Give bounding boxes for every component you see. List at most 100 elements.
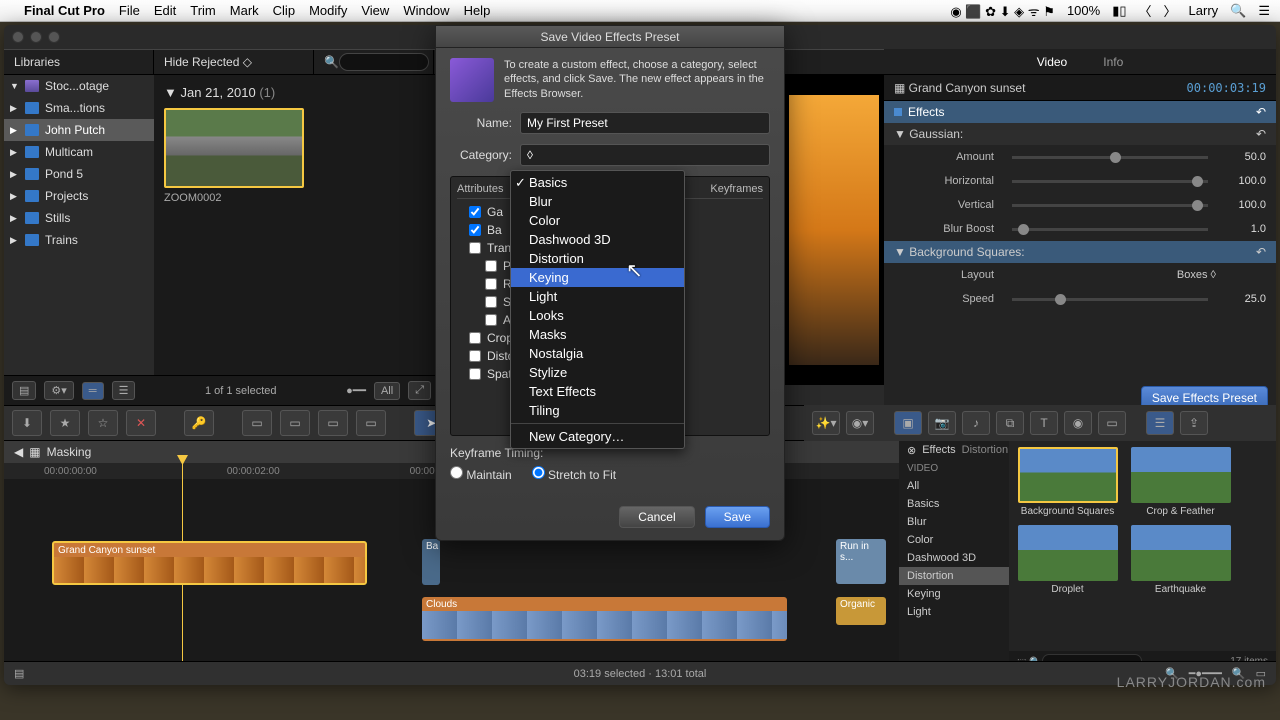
music-icon[interactable]: ♪ — [962, 411, 990, 435]
blurboost-slider[interactable] — [1012, 228, 1208, 231]
view-list[interactable]: ☰ — [112, 381, 136, 400]
category-select[interactable]: ◊ — [520, 144, 770, 166]
nav-back-icon[interactable]: 〈 — [1139, 1, 1152, 20]
themes-icon[interactable]: ▭ — [1098, 411, 1126, 435]
menu-trim[interactable]: Trim — [190, 3, 216, 18]
layout-select[interactable]: Boxes ◊ — [1177, 269, 1216, 281]
dropdown-option[interactable]: Color — [511, 211, 684, 230]
attr-checkbox[interactable] — [485, 296, 497, 308]
append-icon[interactable]: ▭ — [318, 410, 348, 436]
window-controls[interactable] — [12, 31, 60, 43]
app-name[interactable]: Final Cut Pro — [24, 3, 105, 18]
fx-item[interactable]: Earthquake — [1128, 525, 1233, 595]
maintain-radio[interactable]: Maintain — [450, 466, 512, 482]
effects-browser-icon[interactable]: ▣ — [894, 411, 922, 435]
zoom-slider[interactable]: ●━━ — [346, 384, 366, 397]
fx-cat[interactable]: Color — [899, 531, 1009, 549]
library-item[interactable]: ▶Sma...tions — [4, 97, 154, 119]
timeline-back-icon[interactable]: ◀ — [14, 445, 23, 459]
browser-search[interactable] — [339, 53, 429, 71]
view-filmstrip[interactable]: ═ — [82, 382, 104, 400]
attr-checkbox[interactable] — [469, 368, 481, 380]
fx-cat[interactable]: Distortion — [899, 567, 1009, 585]
nav-fwd-icon[interactable]: 〉 — [1164, 1, 1177, 20]
library-item[interactable]: ▶Trains — [4, 229, 154, 251]
save-button[interactable]: Save — [705, 506, 770, 528]
menubar-status-icons[interactable]: ◉ ⬛ ✿ ⬇ ◈ ᯤ ⚑ — [950, 2, 1055, 20]
library-item[interactable]: ▶Pond 5 — [4, 163, 154, 185]
dropdown-new-category[interactable]: New Category… — [511, 427, 684, 446]
photos-icon[interactable]: 📷 — [928, 411, 956, 435]
dropdown-option[interactable]: Looks — [511, 306, 684, 325]
stretch-radio[interactable]: Stretch to Fit — [532, 466, 616, 482]
library-item[interactable]: ▶Stills — [4, 207, 154, 229]
fx-cat[interactable]: Keying — [899, 585, 1009, 603]
attr-checkbox[interactable] — [485, 260, 497, 272]
menu-view[interactable]: View — [361, 3, 389, 18]
fx-cat[interactable]: Light — [899, 603, 1009, 621]
user-name[interactable]: Larry — [1189, 3, 1219, 18]
attr-checkbox[interactable] — [469, 206, 481, 218]
attr-checkbox[interactable] — [485, 278, 497, 290]
close-icon[interactable]: ⊗ — [907, 444, 916, 457]
dropdown-option[interactable]: Light — [511, 287, 684, 306]
horizontal-slider[interactable] — [1012, 180, 1208, 183]
speed-slider[interactable] — [1012, 298, 1208, 301]
settings-icon[interactable]: ⚙▾ — [44, 381, 73, 400]
notification-icon[interactable]: ☰ — [1258, 3, 1270, 19]
generators-icon[interactable]: ◉ — [1064, 411, 1092, 435]
dropdown-option[interactable]: Nostalgia — [511, 344, 684, 363]
library-item[interactable]: ▶John Putch — [4, 119, 154, 141]
overwrite-icon[interactable]: ▭ — [356, 410, 386, 436]
unfavorite-icon[interactable]: ☆ — [88, 410, 118, 436]
menu-help[interactable]: Help — [464, 3, 491, 18]
attr-checkbox[interactable] — [469, 242, 481, 254]
keyword-icon[interactable]: 🔑 — [184, 410, 214, 436]
menu-file[interactable]: File — [119, 3, 140, 18]
library-item[interactable]: ▶Multicam — [4, 141, 154, 163]
retime-icon[interactable]: ◉▾ — [846, 411, 874, 435]
tab-info[interactable]: Info — [1095, 51, 1131, 73]
dropdown-option[interactable]: Dashwood 3D — [511, 230, 684, 249]
hide-rejected[interactable]: Hide Rejected ◇ — [164, 55, 252, 69]
dropdown-option[interactable]: Basics — [511, 173, 684, 192]
fx-item[interactable]: Droplet — [1015, 525, 1120, 595]
share-icon[interactable]: ⇪ — [1180, 411, 1208, 435]
bgsquares-header[interactable]: Background Squares: — [909, 245, 1024, 259]
timeline-clip[interactable]: Organic — [836, 597, 886, 625]
menu-clip[interactable]: Clip — [273, 3, 295, 18]
spotlight-icon[interactable]: 🔍 — [1230, 3, 1246, 19]
insert-icon[interactable]: ▭ — [280, 410, 310, 436]
fx-cat[interactable]: Blur — [899, 513, 1009, 531]
timeline-clip[interactable]: Run in s... — [836, 539, 886, 584]
index-icon[interactable]: ▤ — [14, 667, 24, 680]
preset-name-input[interactable] — [520, 112, 770, 134]
collapse-icon[interactable]: ⤢ — [408, 381, 431, 400]
reject-icon[interactable]: ✕ — [126, 410, 156, 436]
timeline-clip[interactable]: Ba — [422, 539, 440, 585]
clip-thumbnail[interactable] — [164, 108, 304, 188]
cancel-button[interactable]: Cancel — [619, 506, 694, 528]
menu-mark[interactable]: Mark — [230, 3, 259, 18]
dropdown-option[interactable]: Blur — [511, 192, 684, 211]
fx-item[interactable]: Background Squares — [1015, 447, 1120, 517]
attr-checkbox[interactable] — [469, 332, 481, 344]
vertical-slider[interactable] — [1012, 204, 1208, 207]
fx-item[interactable]: Crop & Feather — [1128, 447, 1233, 517]
transitions-icon[interactable]: ⧉ — [996, 411, 1024, 435]
gaussian-header[interactable]: Gaussian: — [909, 127, 963, 141]
attr-checkbox[interactable] — [469, 350, 481, 362]
timeline-index-icon[interactable]: ☰ — [1146, 411, 1174, 435]
connect-icon[interactable]: ▭ — [242, 410, 272, 436]
dropdown-option[interactable]: Text Effects — [511, 382, 684, 401]
amount-slider[interactable] — [1012, 156, 1208, 159]
dropdown-option[interactable]: Stylize — [511, 363, 684, 382]
dropdown-option[interactable]: Distortion — [511, 249, 684, 268]
filter-all[interactable]: All — [374, 382, 400, 400]
tab-video[interactable]: Video — [1029, 51, 1075, 73]
fx-cat[interactable]: All — [899, 477, 1009, 495]
library-root[interactable]: ▼Stoc...otage — [4, 75, 154, 97]
dropdown-option[interactable]: Keying — [511, 268, 684, 287]
filmstrip-icon[interactable]: ▤ — [12, 381, 36, 400]
menu-edit[interactable]: Edit — [154, 3, 176, 18]
